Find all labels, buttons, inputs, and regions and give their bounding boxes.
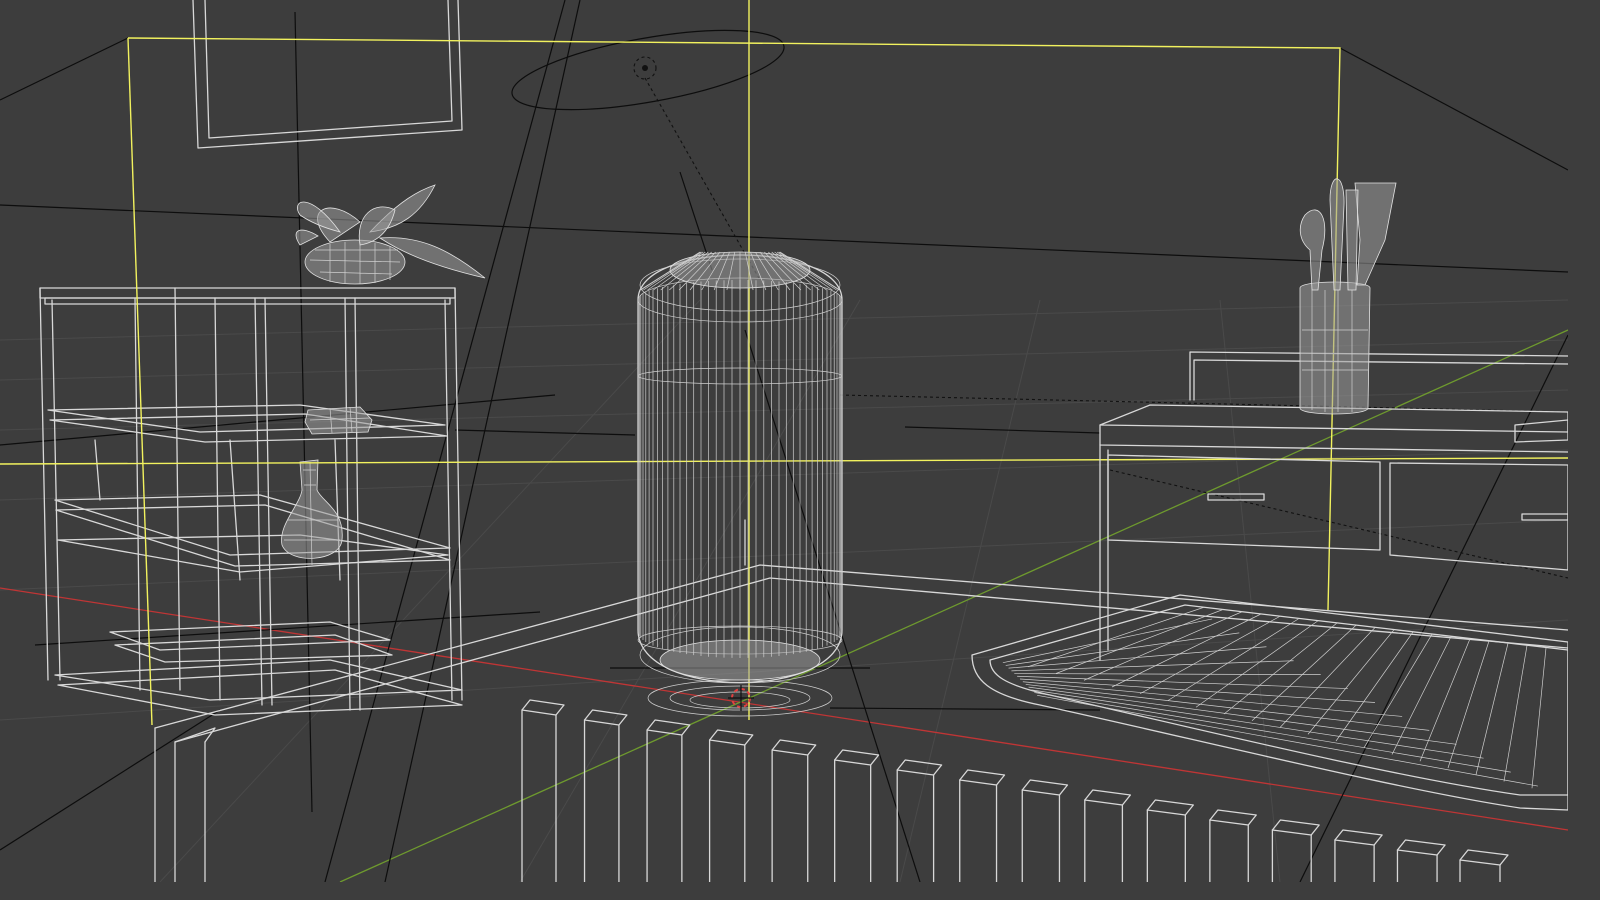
small-box[interactable]	[304, 406, 373, 435]
picture-frame[interactable]	[192, 0, 463, 149]
y-axis-line	[339, 329, 1568, 882]
fence-post	[1021, 779, 1069, 796]
fence-posts[interactable]	[521, 699, 1509, 882]
x-axis-line	[0, 587, 1568, 831]
3d-cursor-icon	[728, 685, 754, 711]
fence-post	[583, 709, 628, 726]
fence-post	[1209, 809, 1257, 826]
fence-post	[1084, 789, 1132, 806]
fence-post	[1146, 799, 1194, 816]
fence-post	[1396, 839, 1446, 856]
fence-post	[521, 699, 565, 716]
fence-post	[708, 729, 754, 746]
shelving-unit[interactable]	[39, 287, 463, 716]
fence-post	[834, 749, 880, 766]
fence-post	[1271, 819, 1320, 836]
tray[interactable]	[971, 594, 1568, 811]
area-light[interactable]	[507, 15, 790, 281]
fence-post	[771, 739, 817, 756]
potted-plant[interactable]	[295, 184, 486, 285]
3d-viewport-wireframe[interactable]	[0, 0, 1600, 900]
fence-post	[959, 769, 1006, 786]
utensil-holder[interactable]	[1299, 178, 1397, 415]
fence-post	[1459, 849, 1509, 866]
fence-post	[1334, 829, 1383, 846]
viewport-canvas[interactable]	[0, 0, 1568, 882]
cylinder-lamp[interactable]	[637, 251, 843, 717]
fence-post	[896, 759, 943, 776]
